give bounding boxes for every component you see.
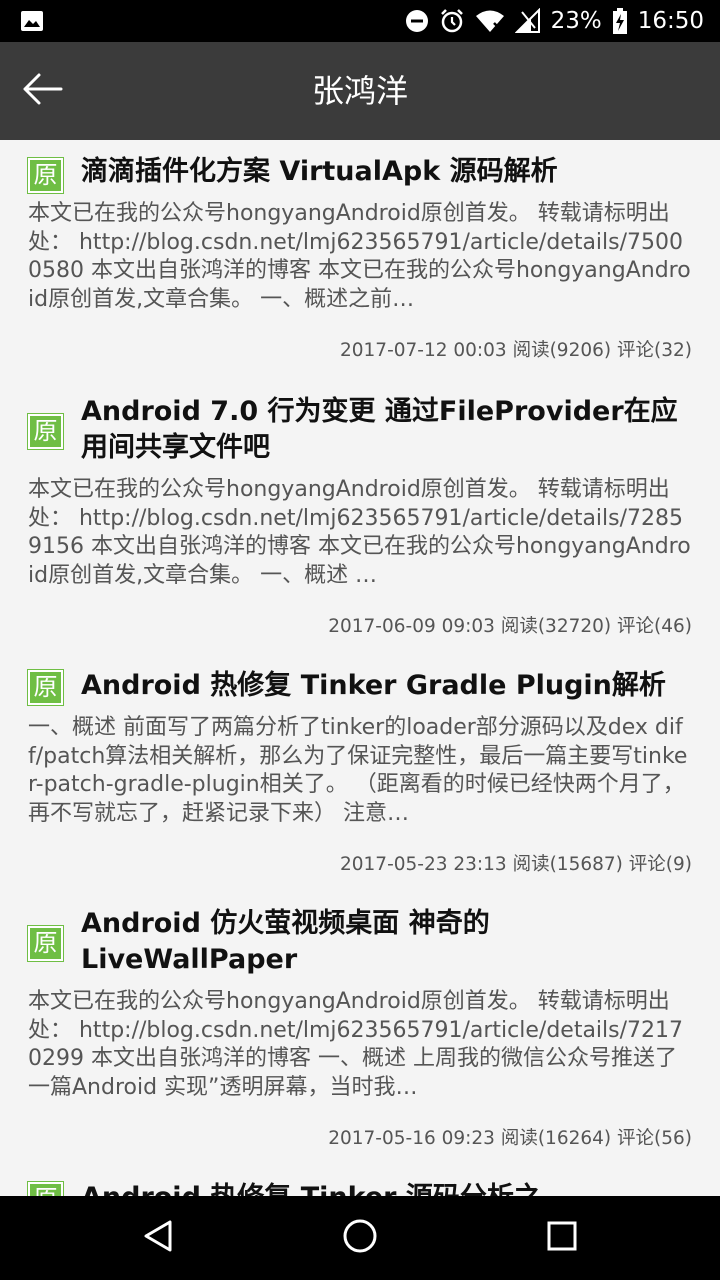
article-summary: 本文已在我的公众号hongyangAndroid原创首发。 转载请标明出处： h… xyxy=(28,989,684,1100)
article-title[interactable]: Android 热修复 Tinker Gradle Plugin解析 xyxy=(81,668,681,704)
battery-percent: 23% xyxy=(550,8,602,34)
article-meta: 2017-07-12 00:03 阅读(9206) 评论(32) xyxy=(28,336,692,362)
article-reads: 阅读(16264) xyxy=(500,1128,612,1149)
article-date: 2017-05-23 23:13 xyxy=(339,854,507,875)
battery-charging-icon xyxy=(612,8,628,34)
original-badge: 原 xyxy=(27,157,64,194)
article-meta: 2017-05-16 09:23 阅读(16264) 评论(56) xyxy=(28,1124,692,1150)
nav-back-button[interactable] xyxy=(98,1196,218,1280)
article-item[interactable]: 原 Android 热修复 Tinker Gradle Plugin解析 一、概… xyxy=(27,668,692,876)
wifi-icon xyxy=(475,9,505,33)
article-title[interactable]: Android 仿火萤视频桌面 神奇的LiveWallPaper xyxy=(81,906,681,978)
home-circle-icon xyxy=(341,1217,379,1259)
nav-home-button[interactable] xyxy=(300,1196,420,1280)
recents-square-icon xyxy=(546,1220,578,1256)
original-badge: 原 xyxy=(27,669,64,706)
article-summary: 一、概述 前面写了两篇分析了tinker的loader部分源码以及dex dif… xyxy=(28,715,688,826)
article-reads: 阅读(32720) xyxy=(500,616,612,637)
article-meta: 2017-06-09 09:03 阅读(32720) 评论(46) xyxy=(28,612,692,638)
article-comments: 评论(46) xyxy=(617,616,692,637)
article-reads: 阅读(9206) xyxy=(512,340,612,361)
image-icon xyxy=(20,9,44,33)
article-date: 2017-07-12 00:03 xyxy=(339,340,507,361)
article-comments: 评论(56) xyxy=(617,1128,692,1149)
article-date: 2017-06-09 09:03 xyxy=(328,616,495,637)
clock: 16:50 xyxy=(637,8,704,34)
original-badge: 原 xyxy=(27,925,64,962)
nav-recents-button[interactable] xyxy=(502,1196,622,1280)
navigation-bar xyxy=(0,1196,720,1280)
article-meta: 2017-05-23 23:13 阅读(15687) 评论(9) xyxy=(28,850,692,876)
article-list[interactable]: 原 滴滴插件化方案 VirtualApk 源码解析 本文已在我的公众号hongy… xyxy=(0,140,720,1196)
article-title[interactable]: Android 7.0 行为变更 通过FileProvider在应用间共享文件吧 xyxy=(81,394,681,466)
article-item[interactable]: 原 Android 7.0 行为变更 通过FileProvider在应用间共享文… xyxy=(27,394,692,638)
article-item[interactable]: 原 Android 仿火萤视频桌面 神奇的LiveWallPaper 本文已在我… xyxy=(27,906,692,1150)
alarm-icon xyxy=(439,8,465,34)
article-title[interactable]: 滴滴插件化方案 VirtualApk 源码解析 xyxy=(81,154,681,190)
app-bar: 张鸿洋 xyxy=(0,42,720,140)
article-title[interactable]: Android 热修复 Tinker 源码分析之 xyxy=(81,1180,681,1196)
article-item[interactable]: 原 Android 热修复 Tinker 源码分析之 xyxy=(27,1180,692,1196)
original-badge: 原 xyxy=(27,1181,64,1196)
do-not-disturb-icon xyxy=(405,9,429,33)
back-triangle-icon xyxy=(141,1219,175,1257)
article-summary: 本文已在我的公众号hongyangAndroid原创首发。 转载请标明出处： h… xyxy=(28,477,691,588)
article-item[interactable]: 原 滴滴插件化方案 VirtualApk 源码解析 本文已在我的公众号hongy… xyxy=(27,154,692,362)
page-title: 张鸿洋 xyxy=(311,72,408,110)
article-comments: 评论(9) xyxy=(628,854,692,875)
signal-icon xyxy=(514,8,541,34)
article-summary: 本文已在我的公众号hongyangAndroid原创首发。 转载请标明出处： h… xyxy=(28,201,691,312)
article-reads: 阅读(15687) xyxy=(512,854,623,875)
article-date: 2017-05-16 09:23 xyxy=(328,1128,495,1149)
status-bar: 23% 16:50 xyxy=(0,0,720,42)
article-comments: 评论(32) xyxy=(617,340,692,361)
original-badge: 原 xyxy=(27,413,64,450)
